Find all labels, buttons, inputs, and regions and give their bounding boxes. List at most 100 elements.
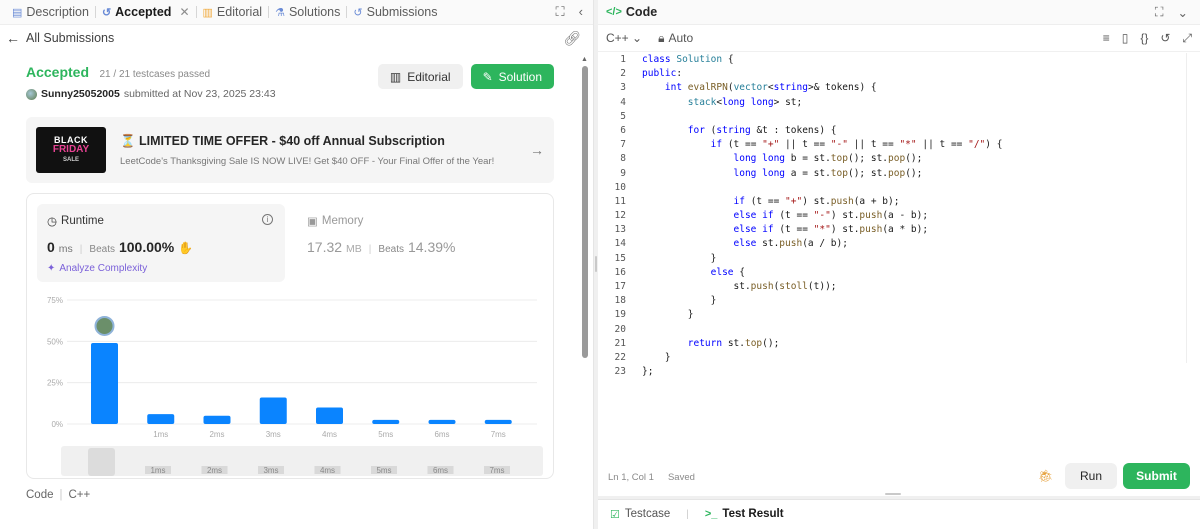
maximize-icon[interactable]: ⛶ xyxy=(1155,5,1164,20)
scrollbar[interactable]: ▲ xyxy=(581,52,589,522)
x-tick-label: 5ms xyxy=(378,430,393,439)
line-number: 1 xyxy=(620,54,626,65)
tab-solutions[interactable]: ⚗ Solutions xyxy=(269,0,346,25)
code-line[interactable]: 23}; xyxy=(598,365,1200,379)
avatar[interactable] xyxy=(26,88,37,100)
chart-bar[interactable] xyxy=(203,415,231,424)
close-icon[interactable]: ✕ xyxy=(179,5,189,19)
submit-button[interactable]: Submit xyxy=(1123,463,1190,489)
chart-bar[interactable] xyxy=(372,419,400,424)
code-line[interactable]: 7 if (t == "+" || t == "-" || t == "*" |… xyxy=(598,138,1200,152)
tab-submissions[interactable]: ↺ Submissions xyxy=(347,0,443,25)
chart-bar[interactable] xyxy=(147,414,175,424)
run-button[interactable]: Run xyxy=(1065,463,1117,489)
splitter-grip[interactable] xyxy=(595,256,597,272)
code-line[interactable]: 21 return st.top(); xyxy=(598,337,1200,351)
range-label: 1ms xyxy=(150,466,165,475)
chart-bar[interactable] xyxy=(316,407,343,424)
tab-test-result[interactable]: >_ Test Result xyxy=(705,508,784,520)
range-label: 4ms xyxy=(320,466,335,475)
editorial-button[interactable]: ▥ Editorial xyxy=(377,64,463,89)
horizontal-splitter-grip[interactable] xyxy=(885,493,901,495)
code-editor[interactable]: 1 class Solution {2 public: 3 int evalRPN(v… xyxy=(598,53,1200,461)
line-number: 9 xyxy=(620,167,626,179)
code-line[interactable]: 15 } xyxy=(598,252,1200,266)
line-number: 5 xyxy=(620,110,626,122)
x-tick-label: 2ms xyxy=(209,430,224,439)
code-line[interactable]: 5 xyxy=(598,110,1200,124)
book-icon: ▥ xyxy=(202,6,213,19)
tab-label: Test Result xyxy=(722,508,784,520)
info-icon[interactable]: i xyxy=(262,214,273,225)
username[interactable]: Sunny25052005 xyxy=(41,88,120,100)
code-line[interactable]: 3 int evalRPN(vector<string>& tokens) { xyxy=(598,81,1200,95)
stats-card: ◷ Runtime i 0 ms | Beats 100.00% ✋ ✦ Ana… xyxy=(26,193,554,479)
collapse-icon[interactable]: ‹ xyxy=(579,4,583,20)
solution-button[interactable]: ✎ Solution xyxy=(470,64,554,89)
chevron-down-icon[interactable]: ⌄ xyxy=(1178,5,1188,20)
code-line[interactable]: 18 } xyxy=(598,294,1200,308)
code-line[interactable]: 14 else st.push(a / b); xyxy=(598,237,1200,251)
code-text: return st.top(); xyxy=(687,337,780,349)
code-line[interactable]: 13 else if (t == "*") st.push(a * b); xyxy=(598,223,1200,237)
bookmark-icon[interactable]: ▯ xyxy=(1122,31,1129,46)
arrow-left-icon[interactable]: ← xyxy=(6,30,20,46)
line-number: 20 xyxy=(614,323,626,335)
code-line[interactable]: 9 long long a = st.top(); st.pop(); xyxy=(598,167,1200,181)
chart-bar[interactable] xyxy=(91,342,118,424)
code-line[interactable]: 10 xyxy=(598,181,1200,195)
tab-label: Testcase xyxy=(624,508,671,520)
language-select[interactable]: C++ ⌄ xyxy=(606,31,642,45)
code-line[interactable]: 2 public: xyxy=(598,67,1200,81)
tab-description[interactable]: ▤ Description xyxy=(6,0,95,25)
code-line[interactable]: 4 stack<long long> st; xyxy=(598,96,1200,110)
beats-label: Beats xyxy=(89,244,115,255)
scrollbar-thumb[interactable] xyxy=(582,66,588,358)
share-link-icon[interactable]: 🔗︎ xyxy=(563,30,587,47)
tab-testcase[interactable]: ☑ Testcase xyxy=(610,508,670,521)
line-number: 22 xyxy=(614,351,626,363)
code-line[interactable]: 19 } xyxy=(598,308,1200,322)
code-line[interactable]: 16 else { xyxy=(598,266,1200,280)
code-line[interactable]: 11 if (t == "+") st.push(a + b); xyxy=(598,195,1200,209)
tab-editorial[interactable]: ▥ Editorial xyxy=(197,0,269,25)
format-icon[interactable]: ≡ xyxy=(1103,31,1110,46)
memory-value: 17.32 xyxy=(307,239,343,255)
reset-icon[interactable]: ↺ xyxy=(1160,31,1170,46)
code-text: } xyxy=(642,295,717,307)
arrow-right-icon[interactable]: → xyxy=(530,142,544,158)
divider: | xyxy=(59,489,63,501)
expand-icon[interactable]: ⤢ xyxy=(1182,31,1192,46)
status-title: Accepted xyxy=(26,64,90,80)
tab-label: Submissions xyxy=(366,5,438,19)
code-line[interactable]: 20 xyxy=(598,323,1200,337)
chart-bar[interactable] xyxy=(484,419,512,424)
code-line[interactable]: 22 } xyxy=(598,351,1200,365)
debug-icon[interactable]: 🐞︎ xyxy=(1038,469,1053,483)
code-lang: C++ xyxy=(68,489,91,501)
analyze-complexity-link[interactable]: ✦ Analyze Complexity xyxy=(47,263,275,274)
chart-bar[interactable] xyxy=(259,397,287,424)
beats-label: Beats xyxy=(378,244,404,255)
maximize-icon[interactable]: ⛶ xyxy=(556,4,565,20)
code-line[interactable]: 6 for (string &t : tokens) { xyxy=(598,124,1200,138)
chart-bar[interactable] xyxy=(428,419,456,424)
code-text: st.push(stoll(t)); xyxy=(642,281,837,292)
runtime-box[interactable]: ◷ Runtime i 0 ms | Beats 100.00% ✋ ✦ Ana… xyxy=(37,204,285,282)
range-selector[interactable]: 1ms 2ms 3ms 4ms 5ms 6ms 7ms xyxy=(61,446,543,476)
tab-label: Editorial xyxy=(216,5,263,19)
range-label: 2ms xyxy=(207,466,222,475)
tab-accepted[interactable]: ↺ Accepted ✕ xyxy=(96,0,196,25)
code-line[interactable]: 8 long long b = st.top(); st.pop(); xyxy=(598,152,1200,166)
scroll-up-icon[interactable]: ▲ xyxy=(581,56,588,63)
code-line[interactable]: 12 else if (t == "-") st.push(a - b); xyxy=(598,209,1200,223)
code-line[interactable]: 17 st.push(stoll(t)); xyxy=(598,280,1200,294)
braces-icon[interactable]: {} xyxy=(1140,31,1148,46)
all-submissions-link[interactable]: All Submissions xyxy=(26,31,114,45)
promo-banner[interactable]: BLACK FRIDAY SALE ⏳ LIMITED TIME OFFER -… xyxy=(26,117,554,183)
line-number: 8 xyxy=(620,153,626,165)
auto-mode[interactable]: 🔒︎ Auto xyxy=(658,31,693,46)
code-line[interactable]: 1 class Solution { xyxy=(598,53,1200,67)
memory-box[interactable]: ▣ Memory 17.32 MB | Beats 14.39% xyxy=(297,204,537,282)
